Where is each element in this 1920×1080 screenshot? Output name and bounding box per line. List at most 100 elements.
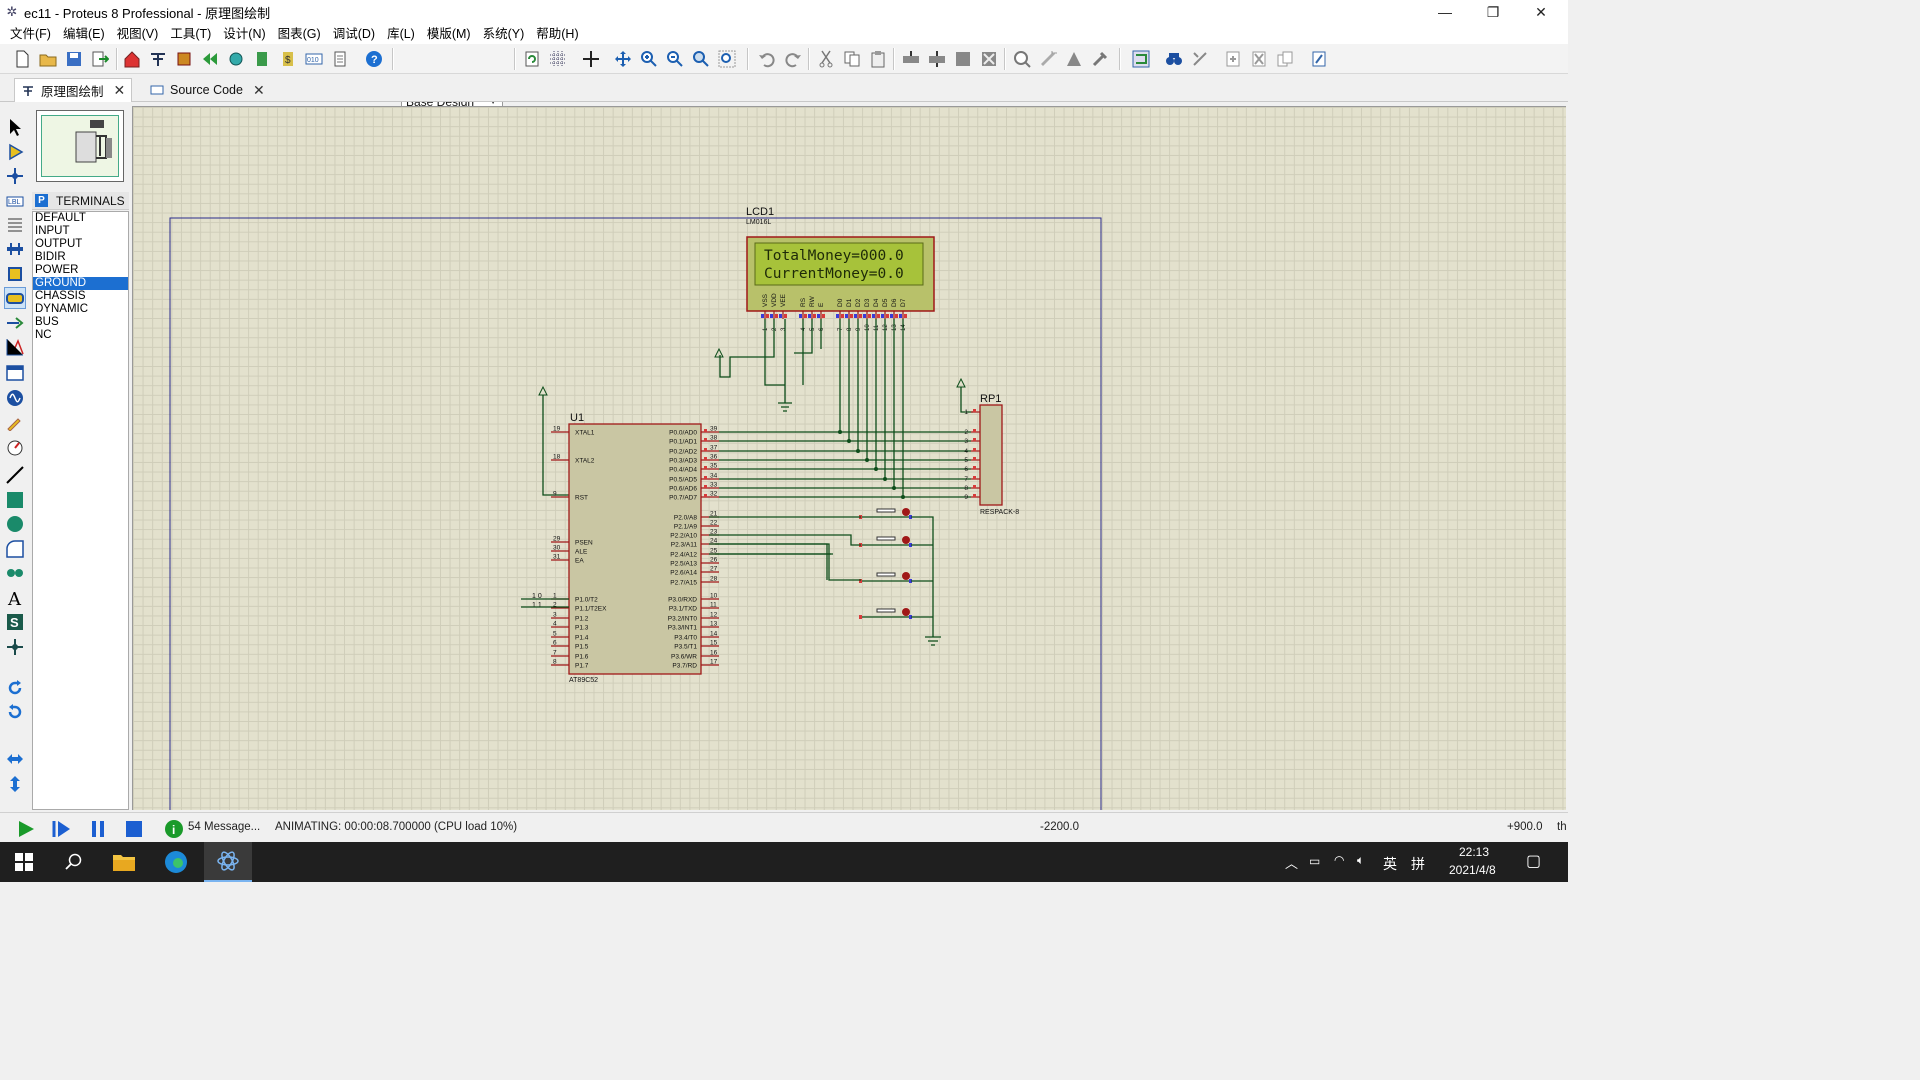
list-item[interactable]: NC	[33, 329, 128, 342]
close-icon[interactable]: ✕	[253, 82, 265, 99]
wire-label-icon[interactable]: LBL	[4, 190, 26, 212]
tab-schematic[interactable]: 原理图绘制 ✕	[14, 78, 133, 102]
subcircuit-icon[interactable]	[4, 263, 26, 285]
lcd-component[interactable]: LCD1 LM016L TotalMoney=000.0 CurrentMone…	[746, 206, 935, 331]
tape-recorder-icon[interactable]	[4, 362, 26, 384]
import-icon[interactable]	[89, 48, 111, 70]
block-rotate-icon[interactable]	[952, 48, 974, 70]
package-tool-icon[interactable]	[1063, 48, 1085, 70]
help-icon[interactable]: ?	[363, 48, 385, 70]
mirror-vertical-icon[interactable]	[4, 773, 26, 795]
play-icon[interactable]	[16, 819, 36, 839]
symbol-tool-icon[interactable]: S	[4, 611, 26, 633]
line-tool-icon[interactable]	[4, 464, 26, 486]
decompose-icon[interactable]	[1089, 48, 1111, 70]
marker-tool-icon[interactable]	[4, 636, 26, 658]
wire-autorouter-icon[interactable]	[1130, 48, 1152, 70]
search-icon[interactable]	[50, 842, 98, 882]
file-explorer-icon[interactable]	[100, 842, 148, 882]
menu-design[interactable]: 设计(N)	[217, 24, 271, 44]
junction-dot-icon[interactable]	[4, 165, 26, 187]
menu-library[interactable]: 库(L)	[381, 24, 421, 44]
push-buttons[interactable]	[859, 508, 912, 619]
refresh-icon[interactable]	[521, 48, 543, 70]
block-delete-icon[interactable]	[978, 48, 1000, 70]
design-explorer-icon[interactable]	[1308, 48, 1330, 70]
rotate-clockwise-icon[interactable]	[4, 677, 26, 699]
zoom-out-icon[interactable]	[664, 48, 686, 70]
minimize-button[interactable]: —	[1422, 0, 1468, 24]
new-file-icon[interactable]	[11, 48, 33, 70]
clock-time[interactable]: 22:13	[1459, 845, 1489, 859]
pcb-layout-icon[interactable]	[173, 48, 195, 70]
grid-toggle-icon[interactable]	[547, 48, 569, 70]
terminals-mode-icon[interactable]	[4, 287, 26, 309]
project-notes-icon[interactable]	[329, 48, 351, 70]
start-icon[interactable]	[0, 842, 48, 882]
cut-icon[interactable]	[815, 48, 837, 70]
stop-icon[interactable]	[124, 819, 144, 839]
wifi-icon[interactable]: ◠	[1334, 853, 1344, 867]
battery-icon[interactable]: ▭	[1309, 854, 1320, 868]
volume-icon[interactable]: 🔈︎	[1357, 853, 1364, 868]
mcu-component[interactable]: U1 AT89C52 19 XTAL1 18 XTAL2 9 RST 29 PSEN 30 ALE…	[551, 412, 719, 684]
generator-icon[interactable]	[4, 387, 26, 409]
cost-icon[interactable]: $	[277, 48, 299, 70]
exit-to-parent-icon[interactable]	[1274, 48, 1296, 70]
tray-chevron-icon[interactable]: ︿	[1285, 853, 1298, 872]
virtual-instruments-icon[interactable]	[4, 436, 26, 458]
block-move-icon[interactable]	[926, 48, 948, 70]
notification-icon[interactable]: ▢	[1526, 851, 1541, 871]
gerber-icon[interactable]	[199, 48, 221, 70]
menu-graph[interactable]: 图表(G)	[272, 24, 327, 44]
pan-icon[interactable]	[612, 48, 634, 70]
mirror-horizontal-icon[interactable]	[4, 748, 26, 770]
bom-icon[interactable]	[251, 48, 273, 70]
edge-browser-icon[interactable]	[152, 842, 200, 882]
menu-system[interactable]: 系统(Y)	[477, 24, 531, 44]
close-window-button[interactable]: ✕	[1518, 0, 1564, 24]
text-tool-icon[interactable]: A	[4, 587, 26, 609]
rotate-anticlockwise-icon[interactable]	[4, 701, 26, 723]
zoom-in-icon[interactable]	[638, 48, 660, 70]
menu-file[interactable]: 文件(F)	[4, 24, 57, 44]
restore-button[interactable]: ❐	[1470, 0, 1516, 24]
property-assign-icon[interactable]	[1189, 48, 1211, 70]
menu-edit[interactable]: 编辑(E)	[57, 24, 111, 44]
home-icon[interactable]	[121, 48, 143, 70]
make-device-icon[interactable]	[1037, 48, 1059, 70]
list-item[interactable]: CHASSIS	[33, 290, 128, 303]
overview-window[interactable]	[36, 110, 124, 182]
block-copy-icon[interactable]	[900, 48, 922, 70]
menu-debug[interactable]: 调试(D)	[327, 24, 381, 44]
3d-view-icon[interactable]	[225, 48, 247, 70]
source-code-icon[interactable]: 010	[303, 48, 325, 70]
close-icon[interactable]: ✕	[114, 82, 126, 99]
paste-icon[interactable]	[867, 48, 889, 70]
list-item[interactable]: OUTPUT	[33, 238, 128, 251]
list-item[interactable]: INPUT	[33, 225, 128, 238]
ime-mode[interactable]: 拼	[1411, 854, 1425, 874]
box-tool-icon[interactable]	[4, 489, 26, 511]
menu-tools[interactable]: 工具(T)	[164, 24, 217, 44]
undo-icon[interactable]	[756, 48, 778, 70]
list-item[interactable]: POWER	[33, 264, 128, 277]
clock-date[interactable]: 2021/4/8	[1449, 863, 1496, 877]
origin-icon[interactable]	[580, 48, 602, 70]
selection-mode-icon[interactable]	[4, 116, 26, 138]
component-mode-icon[interactable]	[4, 141, 26, 163]
text-script-icon[interactable]	[4, 214, 26, 236]
circle-tool-icon[interactable]	[4, 513, 26, 535]
zoom-all-icon[interactable]	[690, 48, 712, 70]
menu-template[interactable]: 模版(M)	[421, 24, 477, 44]
pick-device-icon[interactable]	[1011, 48, 1033, 70]
buses-icon[interactable]	[4, 238, 26, 260]
open-folder-icon[interactable]	[37, 48, 59, 70]
arc-tool-icon[interactable]	[4, 538, 26, 560]
pick-devices-button[interactable]: P	[35, 194, 48, 207]
search-tag-icon[interactable]	[1163, 48, 1185, 70]
menu-view[interactable]: 视图(V)	[111, 24, 165, 44]
info-icon[interactable]: i	[164, 819, 184, 839]
path-tool-icon[interactable]	[4, 562, 26, 584]
step-icon[interactable]	[52, 819, 72, 839]
